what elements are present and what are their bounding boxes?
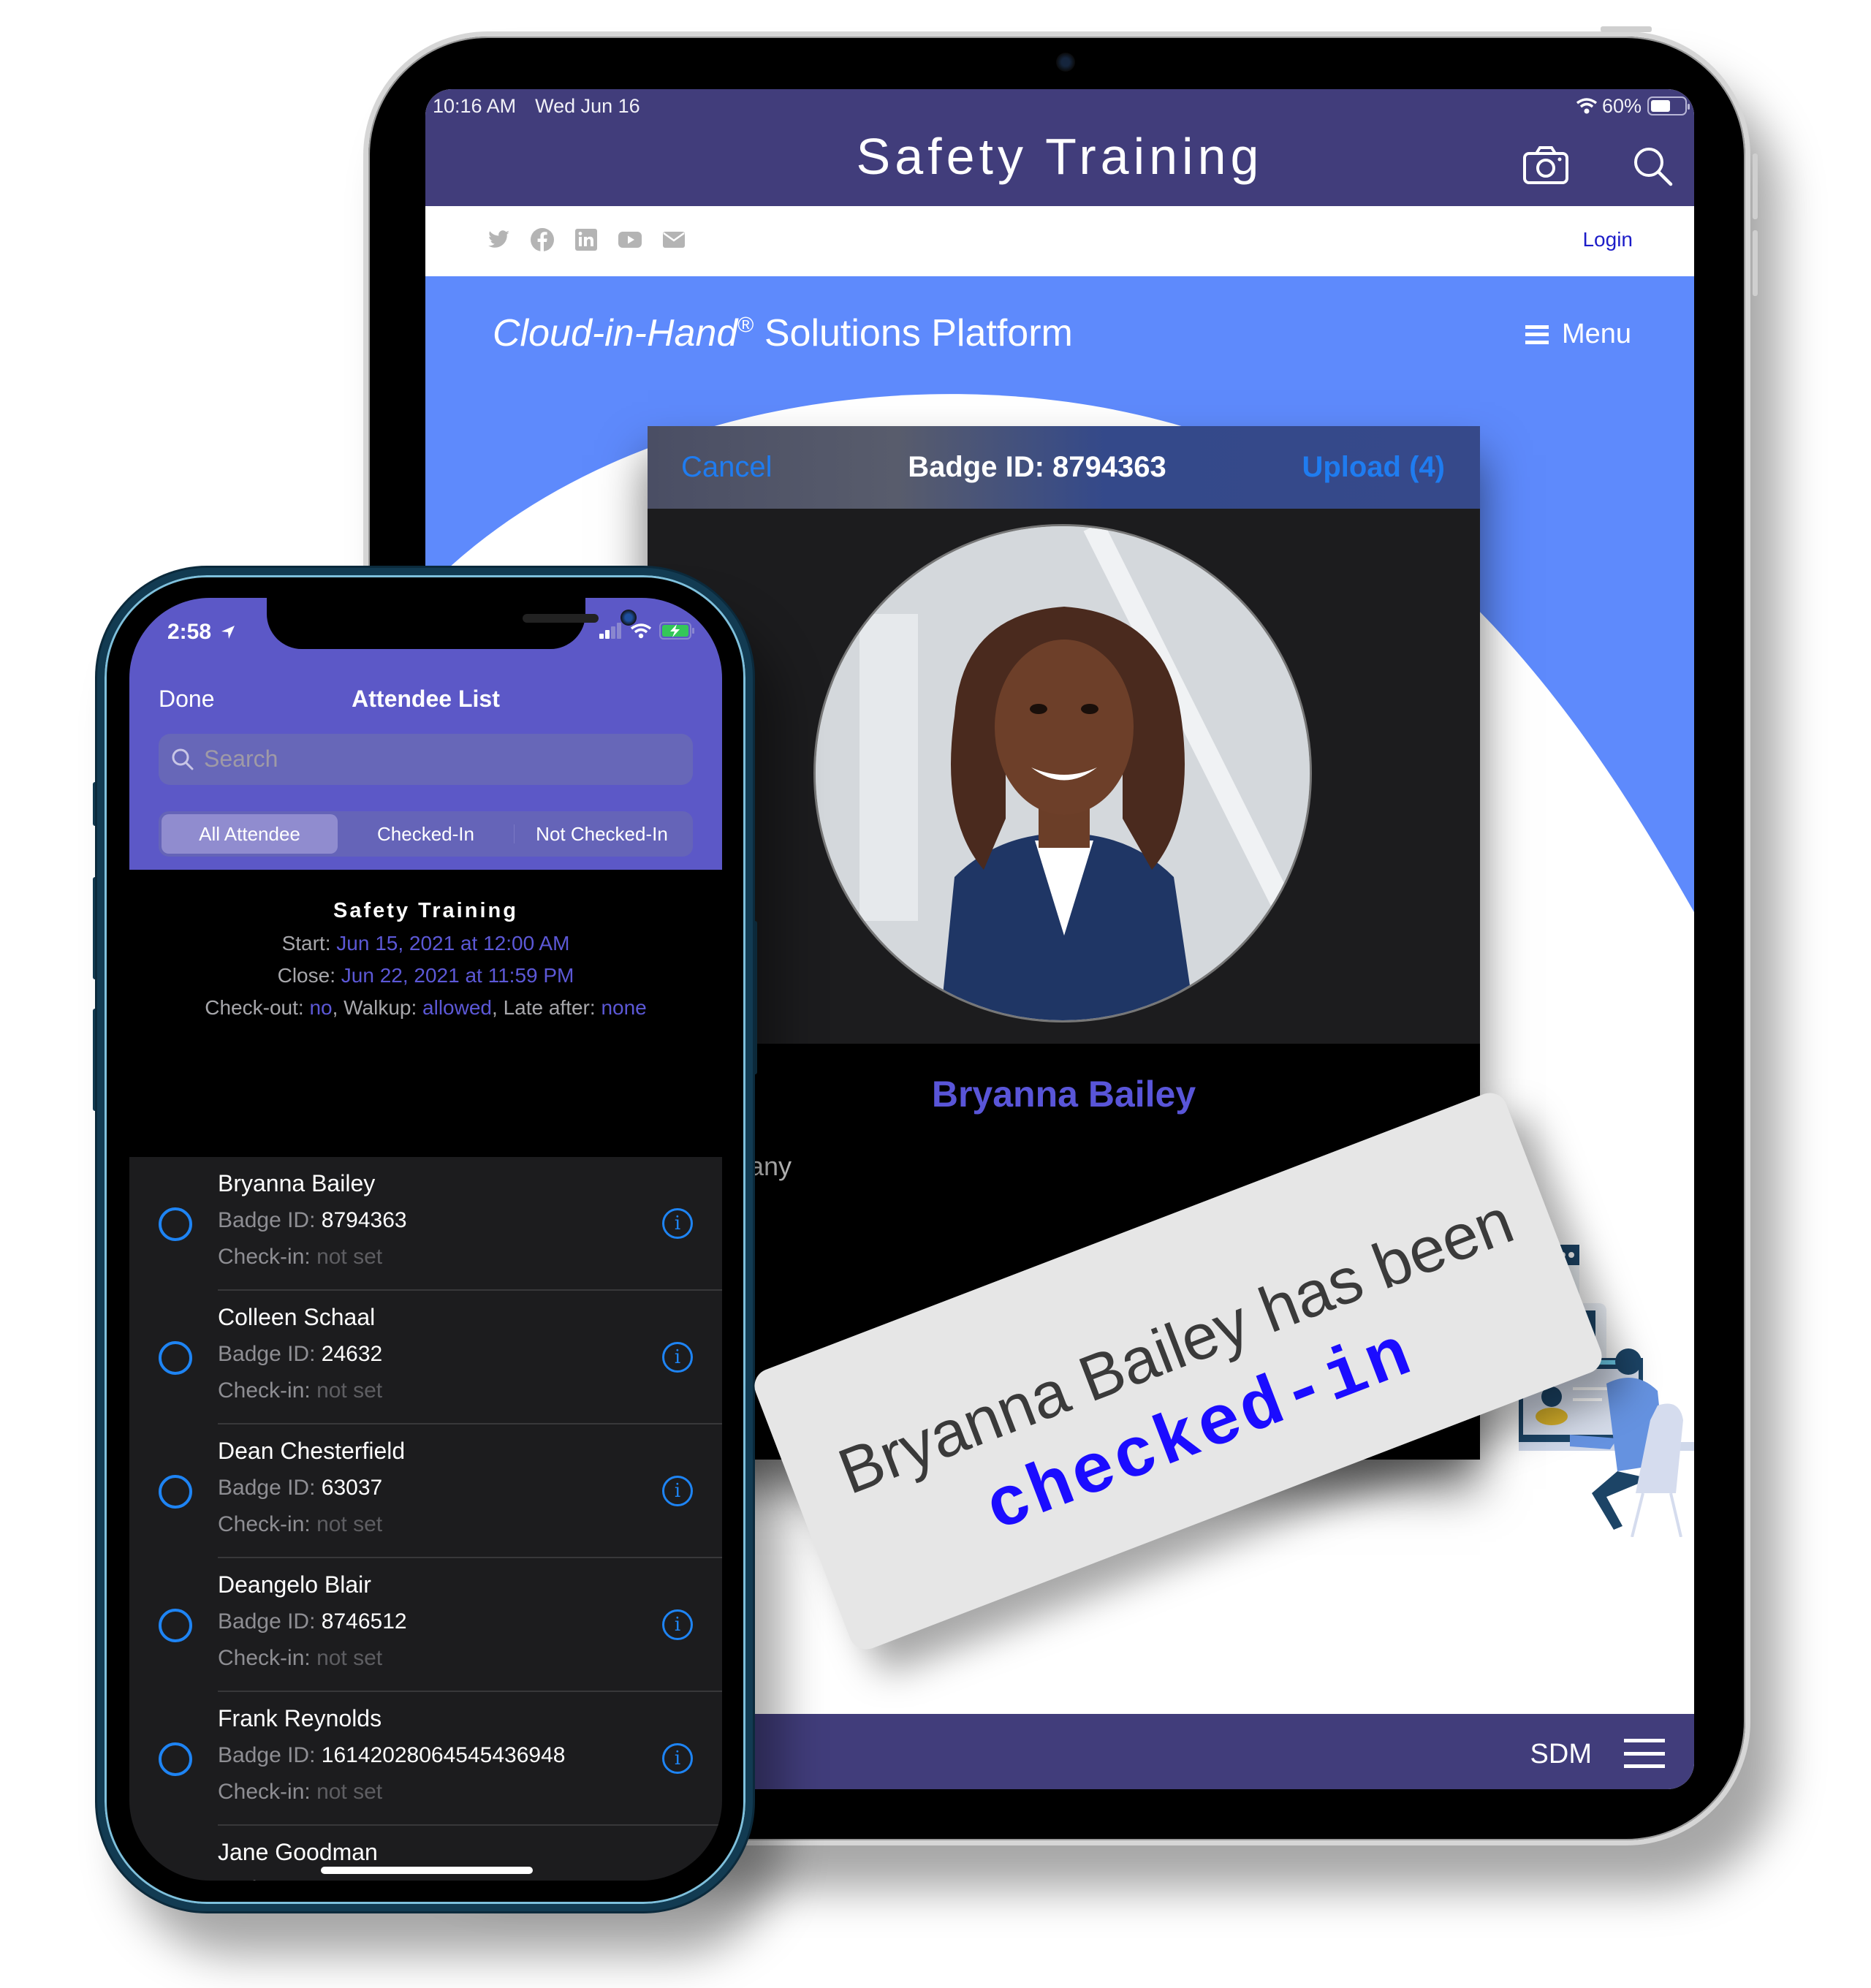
partial-company-label: any <box>749 1151 792 1181</box>
phone-screen: 2:58 Done Attendee List Search All Atten… <box>129 598 722 1881</box>
battery-percent: 60% <box>1601 94 1642 117</box>
attendee-name: Colleen Schaal <box>218 1304 376 1330</box>
location-arrow-icon <box>221 626 235 639</box>
select-circle[interactable] <box>159 1207 192 1241</box>
twitter-icon[interactable] <box>485 227 512 253</box>
info-icon[interactable]: i <box>662 1208 693 1239</box>
phone-notch <box>267 598 637 649</box>
tablet-volume-up-button <box>1753 153 1758 219</box>
info-icon[interactable]: i <box>662 1609 693 1640</box>
attendee-name: Bryanna Bailey <box>931 1074 1196 1115</box>
email-icon[interactable] <box>661 227 687 253</box>
camera-icon[interactable] <box>1522 142 1570 190</box>
attendee-row[interactable]: Dean Chesterfield Badge ID: 63037 Check-in… <box>129 1424 722 1558</box>
status-date: Wed Jun 16 <box>535 94 640 117</box>
upload-button[interactable]: Upload (4) <box>1302 451 1445 484</box>
attendee-name: Dean Chesterfield <box>218 1438 406 1464</box>
event-title: Safety Training <box>333 899 518 922</box>
search-input[interactable]: Search <box>159 734 693 785</box>
attendee-name: Frank Reynolds <box>218 1705 382 1731</box>
attendee-name: Jane Goodman <box>218 1839 378 1865</box>
home-indicator[interactable] <box>321 1867 533 1874</box>
attendee-badge: Badge ID: 8794363 <box>218 1208 407 1232</box>
event-close: Close: Jun 22, 2021 at 11:59 PM <box>277 964 574 987</box>
select-circle[interactable] <box>159 1341 192 1375</box>
select-circle[interactable] <box>159 1876 192 1881</box>
page-title: Safety Training <box>856 128 1264 185</box>
attendee-name: Deangelo Blair <box>218 1571 371 1598</box>
select-circle[interactable] <box>159 1742 192 1776</box>
attendee-name: Bryanna Bailey <box>218 1170 376 1196</box>
tablet-top-button <box>1601 26 1652 32</box>
social-bar: Login <box>425 206 1694 276</box>
menu-button[interactable]: Menu <box>1525 319 1631 350</box>
attendee-row[interactable]: Deangelo Blair Badge ID: 8746512 Check-in:… <box>129 1558 722 1692</box>
nav-title: Attendee List <box>352 686 500 712</box>
tablet-status-bar: 10:16 AM Wed Jun 16 60% <box>433 94 1690 118</box>
info-icon[interactable]: i <box>662 1476 693 1506</box>
search-icon <box>172 748 194 770</box>
cellular-signal-icon <box>599 623 621 639</box>
brand-title: Cloud-in-Hand® Solutions Platform <box>493 312 1073 354</box>
status-time: 10:16 AM <box>433 94 517 117</box>
battery-charging-icon <box>659 622 694 640</box>
footer-sdm-label: SDM <box>1530 1739 1592 1769</box>
event-info: Safety Training Start: Jun 15, 2021 at 1… <box>129 870 722 1269</box>
select-circle[interactable] <box>159 1609 192 1642</box>
attendee-badge: Badge ID: 8746512 <box>218 1609 407 1634</box>
modal-title: Badge ID: 8794363 <box>908 451 1166 483</box>
info-icon[interactable]: i <box>662 1743 693 1774</box>
attendee-badge: Badge ID: 24477 <box>218 1877 382 1881</box>
search-placeholder: Search <box>204 746 278 772</box>
tablet-app-header: 10:16 AM Wed Jun 16 60% Safety Training <box>425 89 1694 206</box>
menu-label: Menu <box>1561 319 1631 349</box>
event-start: Start: Jun 15, 2021 at 12:00 AM <box>281 932 570 955</box>
attendee-checkin: Check-in: not set <box>218 1780 383 1804</box>
cancel-button[interactable]: Cancel <box>681 451 773 484</box>
attendee-badge: Badge ID: 24632 <box>218 1342 383 1366</box>
tablet-volume-down-button <box>1753 230 1758 296</box>
attendee-checkin: Check-in: not set <box>218 1245 383 1269</box>
modal-header: Cancel Badge ID: 8794363 Upload (4) <box>648 426 1480 509</box>
attendee-row[interactable]: Bryanna Bailey Badge ID: 8794363 Check-in:… <box>129 1157 722 1291</box>
photo-area <box>648 509 1480 1044</box>
attendee-photo <box>813 524 1312 1023</box>
hamburger-icon <box>1525 325 1549 344</box>
phone-status-time: 2:58 <box>167 620 236 645</box>
info-icon[interactable]: i <box>662 1877 693 1881</box>
attendee-checkin: Check-in: not set <box>218 1646 383 1670</box>
tablet-front-camera <box>1056 53 1075 72</box>
battery-icon <box>1647 96 1690 115</box>
select-circle[interactable] <box>159 1475 192 1509</box>
attendee-badge: Badge ID: 63037 <box>218 1476 383 1500</box>
attendee-badge: Badge ID: 16142028064545436948 <box>218 1743 566 1767</box>
wifi-icon <box>1576 98 1598 114</box>
attendee-checkin: Check-in: not set <box>218 1512 383 1536</box>
login-link[interactable]: Login <box>1582 228 1633 251</box>
search-icon[interactable] <box>1628 142 1677 190</box>
attendee-checkin: Check-in: not set <box>218 1378 383 1403</box>
linkedin-icon[interactable] <box>573 227 599 253</box>
footer-hamburger-icon[interactable] <box>1624 1739 1665 1768</box>
segment-checked-in[interactable]: Checked-In <box>338 814 514 854</box>
attendee-row[interactable]: Colleen Schaal Badge ID: 24632 Check-in: n… <box>129 1291 722 1424</box>
event-options: Check-out: no, Walkup: allowed, Late aft… <box>205 996 647 1019</box>
youtube-icon[interactable] <box>617 227 643 253</box>
facebook-icon[interactable] <box>529 227 555 253</box>
segment-all-attendee[interactable]: All Attendee <box>162 814 338 854</box>
filter-segmented-control: All Attendee Checked-In Not Checked-In <box>159 811 693 857</box>
info-icon[interactable]: i <box>662 1342 693 1373</box>
attendee-row[interactable]: Frank Reynolds Badge ID: 1614202806454543… <box>129 1692 722 1826</box>
attendee-portrait <box>816 526 1310 1020</box>
wifi-icon <box>630 623 652 639</box>
phone-header: 2:58 Done Attendee List Search All Atten… <box>129 598 722 870</box>
attendee-list: Bryanna Bailey Badge ID: 8794363 Check-in:… <box>129 1157 722 1881</box>
segment-not-checked-in[interactable]: Not Checked-In <box>514 814 690 854</box>
